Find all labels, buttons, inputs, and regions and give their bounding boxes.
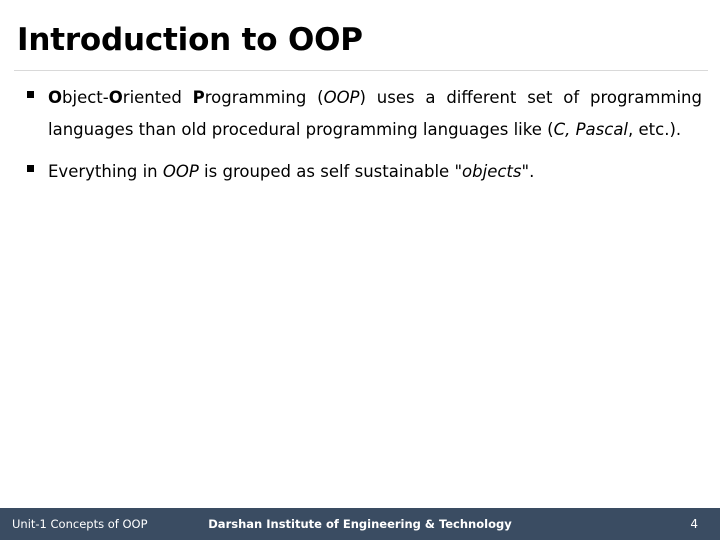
square-bullet-icon (27, 165, 34, 172)
slide-canvas: Introduction to OOP Object-Oriented Prog… (0, 0, 720, 540)
footer-institute-label: Darshan Institute of Engineering & Techn… (208, 517, 512, 531)
bullet-paragraph-2: Everything in OOP is grouped as self sus… (48, 162, 535, 181)
title-divider (14, 70, 708, 71)
list-item: Everything in OOP is grouped as self sus… (0, 156, 720, 188)
square-bullet-icon (27, 91, 34, 98)
slide-footer: Unit-1 Concepts of OOP Darshan Institute… (0, 508, 720, 540)
slide-body: Object-Oriented Programming (OOP) uses a… (0, 82, 720, 198)
footer-page-number: 4 (690, 517, 698, 531)
page-title: Introduction to OOP (17, 22, 363, 58)
bullet-paragraph-1: Object-Oriented Programming (OOP) uses a… (48, 88, 702, 139)
list-item: Object-Oriented Programming (OOP) uses a… (0, 82, 720, 146)
